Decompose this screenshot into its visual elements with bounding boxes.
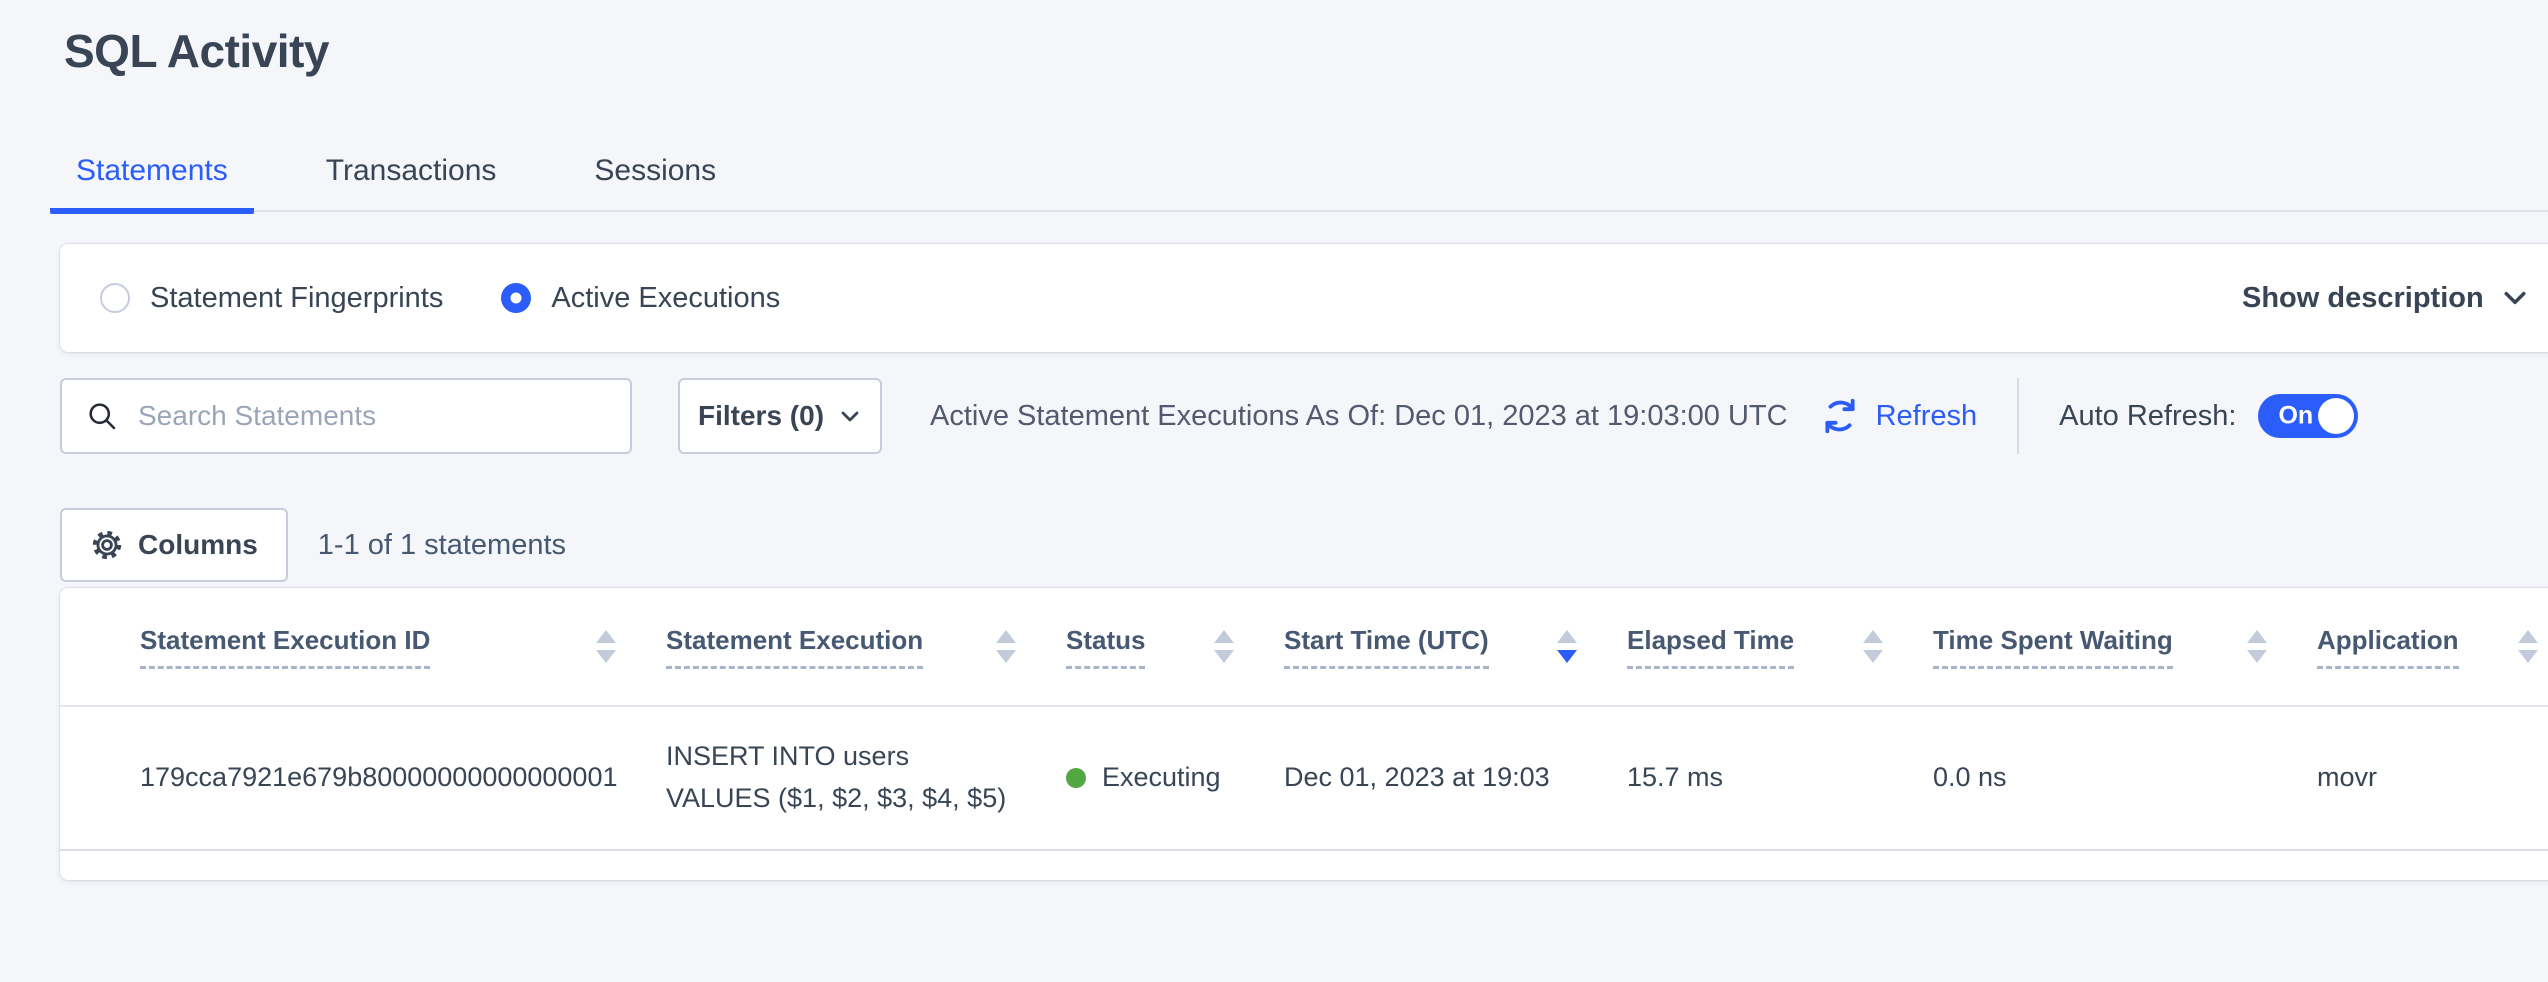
radio-label: Statement Fingerprints <box>150 282 443 315</box>
cell-application: movr <box>2317 706 2548 850</box>
chevron-down-icon <box>2500 283 2530 313</box>
cell-time-spent-waiting: 0.0 ns <box>1933 706 2317 850</box>
radio-active-executions[interactable]: Active Executions <box>501 282 780 315</box>
cell-elapsed-time: 15.7 ms <box>1627 706 1933 850</box>
status-executing-dot-icon <box>1066 768 1086 788</box>
radio-statement-fingerprints[interactable]: Statement Fingerprints <box>100 282 443 315</box>
search-icon <box>86 400 118 432</box>
tab-transactions[interactable]: Transactions <box>300 154 523 214</box>
sql-activity-page: { "page": { "title": "SQL Activity" }, "… <box>0 0 2548 982</box>
table-row: 179cca7921e679b80000000000000001 INSERT … <box>60 706 2548 850</box>
refresh-button[interactable]: Refresh <box>1818 394 1978 438</box>
column-header-time-spent-waiting: Time Spent Waiting <box>1933 588 2317 706</box>
column-header-elapsed-time: Elapsed Time <box>1627 588 1933 706</box>
column-header-label[interactable]: Elapsed Time <box>1627 625 1794 669</box>
show-description-label: Show description <box>2242 282 2484 315</box>
toggle-knob-icon[interactable] <box>2318 398 2354 434</box>
sort-icon[interactable] <box>976 630 1016 663</box>
sort-icon[interactable] <box>2227 630 2267 663</box>
chevron-down-icon <box>838 404 862 428</box>
vertical-divider <box>2017 378 2019 454</box>
column-header-label[interactable]: Start Time (UTC) <box>1284 625 1489 669</box>
tab-bar: Statements Transactions Sessions <box>50 146 2548 212</box>
statement-text: INSERT INTO users VALUES ($1, $2, $3, $4… <box>666 736 1016 820</box>
statements-table-panel: Statement Execution ID Statement Executi… <box>60 588 2548 880</box>
statements-table: Statement Execution ID Statement Executi… <box>60 588 2548 851</box>
search-box[interactable] <box>60 378 632 454</box>
toggle-state-label: On <box>2278 402 2313 431</box>
radio-circle-icon[interactable] <box>501 283 531 313</box>
status-label: Executing <box>1102 757 1221 799</box>
filter-toolbar: Filters (0) Active Statement Executions … <box>60 378 2548 454</box>
sort-icon[interactable] <box>2498 630 2538 663</box>
radio-circle-icon[interactable] <box>100 283 130 313</box>
column-header-application: Application <box>2317 588 2548 706</box>
sort-icon[interactable] <box>576 630 616 663</box>
show-description-button[interactable]: Show description <box>2242 244 2530 352</box>
column-header-statement-execution-id: Statement Execution ID <box>60 588 666 706</box>
refresh-icon <box>1818 394 1862 438</box>
column-header-start-time: Start Time (UTC) <box>1284 588 1627 706</box>
view-mode-radio-group: Statement Fingerprints Active Executions <box>60 282 780 315</box>
tab-sessions[interactable]: Sessions <box>568 154 742 214</box>
as-of-timestamp: Active Statement Executions As Of: Dec 0… <box>930 400 1788 433</box>
tab-statements[interactable]: Statements <box>50 154 254 214</box>
sort-icon[interactable] <box>1843 630 1883 663</box>
cell-statement[interactable]: INSERT INTO users VALUES ($1, $2, $3, $4… <box>666 706 1066 850</box>
sort-icon[interactable] <box>1537 630 1577 663</box>
search-input[interactable] <box>138 400 606 432</box>
cell-execution-id[interactable]: 179cca7921e679b80000000000000001 <box>60 706 666 850</box>
column-header-label[interactable]: Time Spent Waiting <box>1933 625 2173 669</box>
column-header-label[interactable]: Statement Execution ID <box>140 625 430 669</box>
cell-status: Executing <box>1066 706 1284 850</box>
refresh-label: Refresh <box>1876 400 1978 433</box>
filters-button[interactable]: Filters (0) <box>678 378 882 454</box>
column-header-status: Status <box>1066 588 1284 706</box>
results-count: 1-1 of 1 statements <box>318 529 566 562</box>
columns-button[interactable]: Columns <box>60 508 288 582</box>
view-mode-panel: Statement Fingerprints Active Executions… <box>60 244 2548 352</box>
auto-refresh-label: Auto Refresh: <box>2059 400 2236 433</box>
cell-start-time: Dec 01, 2023 at 19:03 <box>1284 706 1627 850</box>
gear-icon <box>90 528 124 562</box>
filters-button-label: Filters (0) <box>698 400 824 432</box>
column-header-label[interactable]: Application <box>2317 625 2459 669</box>
radio-label: Active Executions <box>551 282 780 315</box>
table-header-row: Statement Execution ID Statement Executi… <box>60 588 2548 706</box>
page-title: SQL Activity <box>64 24 329 78</box>
column-header-label[interactable]: Statement Execution <box>666 625 923 669</box>
column-header-statement-execution: Statement Execution <box>666 588 1066 706</box>
sort-icon[interactable] <box>1194 630 1234 663</box>
columns-button-label: Columns <box>138 529 258 561</box>
column-header-label[interactable]: Status <box>1066 625 1145 669</box>
auto-refresh-toggle[interactable]: On <box>2258 394 2358 438</box>
results-toolbar: Columns 1-1 of 1 statements <box>60 508 566 582</box>
